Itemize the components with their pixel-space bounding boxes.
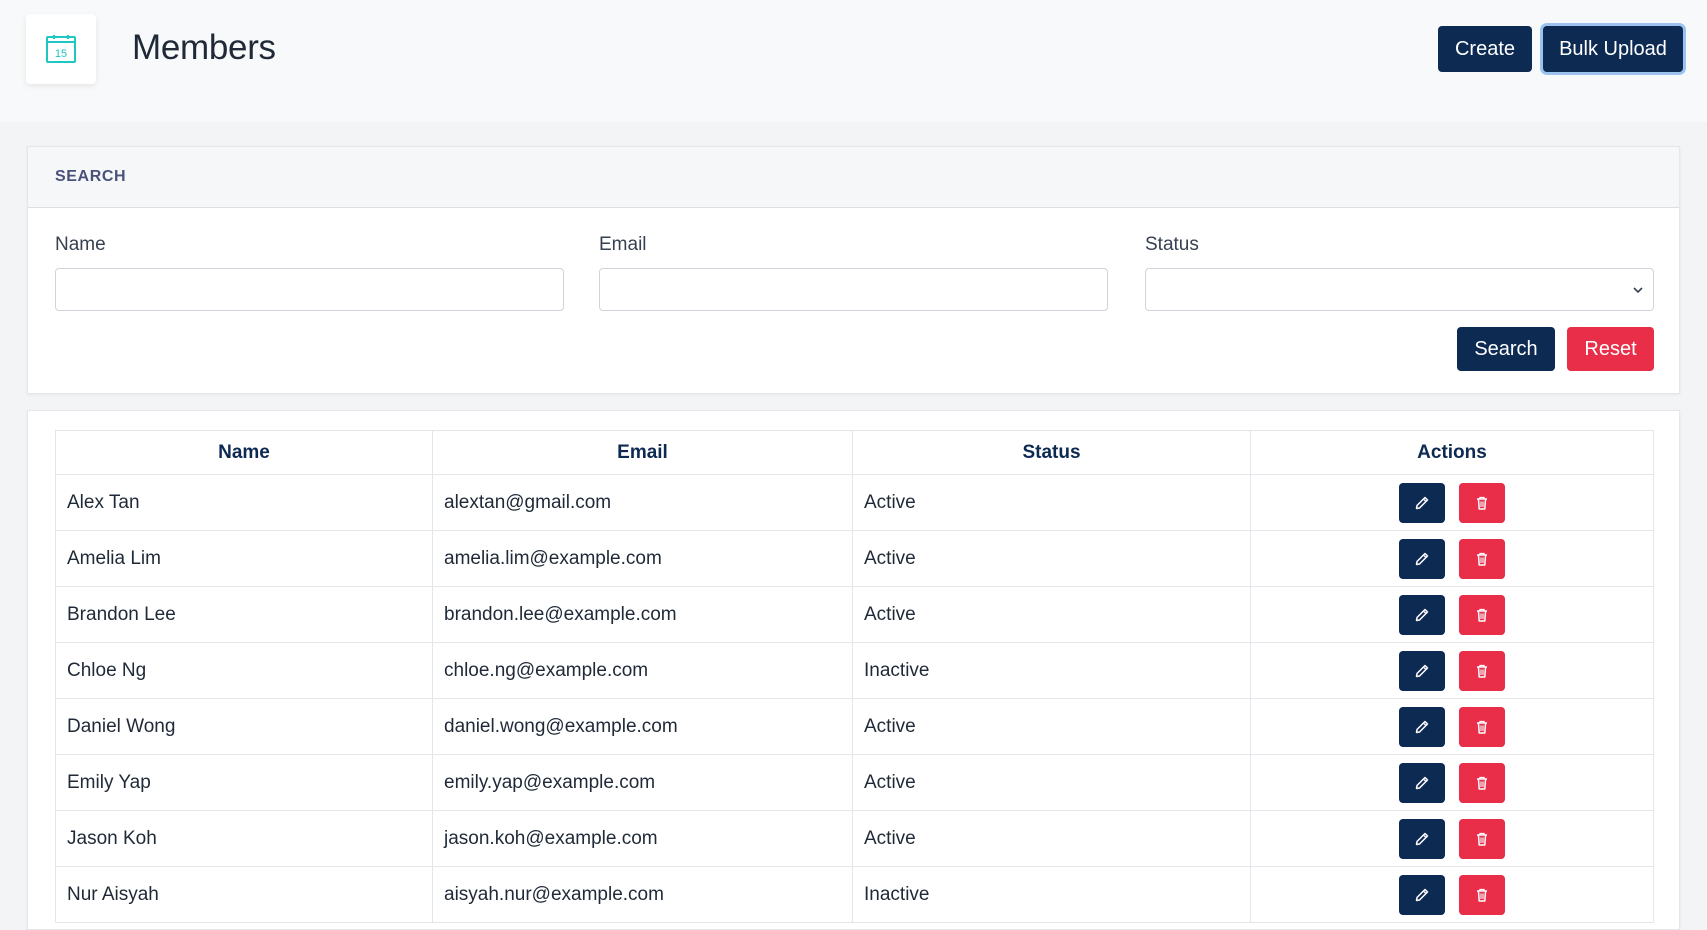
- pencil-icon: [1415, 832, 1429, 845]
- table-row: Alex Tan alextan@gmail.com Active: [55, 474, 1654, 531]
- table-row: Nur Aisyah aisyah.nur@example.com Inacti…: [55, 866, 1654, 923]
- edit-button[interactable]: [1399, 762, 1445, 803]
- pencil-icon: [1415, 776, 1429, 789]
- column-header-email: Email: [432, 430, 853, 475]
- member-status-cell: Active: [852, 530, 1251, 587]
- search-section-title: SEARCH: [55, 168, 127, 185]
- member-actions-cell: [1250, 866, 1654, 923]
- name-search-input[interactable]: [55, 268, 564, 311]
- search-panel: SEARCH Name Email Status Search Reset: [27, 146, 1680, 394]
- column-header-actions: Actions: [1250, 430, 1654, 475]
- member-status-cell: Inactive: [852, 642, 1251, 699]
- status-label: Status: [1145, 234, 1199, 255]
- member-actions-cell: [1250, 754, 1654, 811]
- member-status-cell: Active: [852, 474, 1251, 531]
- search-panel-header: SEARCH: [28, 147, 1679, 208]
- trash-icon: [1477, 888, 1487, 902]
- member-actions-cell: [1250, 530, 1654, 587]
- member-name-cell: Daniel Wong: [55, 698, 433, 755]
- member-status-cell: Active: [852, 586, 1251, 643]
- member-name-cell: Chloe Ng: [55, 642, 433, 699]
- members-table-panel: Name Email Status Actions Alex Tan alext…: [27, 410, 1680, 930]
- trash-icon: [1477, 832, 1487, 846]
- member-name-cell: Nur Aisyah: [55, 866, 433, 923]
- member-name-cell: Brandon Lee: [55, 586, 433, 643]
- reset-button[interactable]: Reset: [1567, 327, 1654, 371]
- trash-icon: [1477, 496, 1487, 510]
- table-header-row: Name Email Status Actions: [55, 430, 1654, 475]
- page-title: Members: [132, 28, 276, 67]
- delete-button[interactable]: [1459, 482, 1505, 523]
- calendar-day: 15: [55, 48, 67, 60]
- pencil-icon: [1415, 608, 1429, 621]
- member-name-cell: Amelia Lim: [55, 530, 433, 587]
- delete-button[interactable]: [1459, 818, 1505, 859]
- email-search-input[interactable]: [599, 268, 1108, 311]
- member-name-cell: Alex Tan: [55, 474, 433, 531]
- column-header-status: Status: [852, 430, 1251, 475]
- member-actions-cell: [1250, 698, 1654, 755]
- trash-icon: [1477, 664, 1487, 678]
- pencil-icon: [1415, 552, 1429, 565]
- member-actions-cell: [1250, 586, 1654, 643]
- edit-button[interactable]: [1399, 874, 1445, 915]
- member-email-cell: emily.yap@example.com: [432, 754, 853, 811]
- trash-icon: [1477, 608, 1487, 622]
- member-name-cell: Emily Yap: [55, 754, 433, 811]
- member-email-cell: aisyah.nur@example.com: [432, 866, 853, 923]
- member-actions-cell: [1250, 474, 1654, 531]
- delete-button[interactable]: [1459, 538, 1505, 579]
- pencil-icon: [1415, 888, 1429, 901]
- edit-button[interactable]: [1399, 818, 1445, 859]
- email-label: Email: [599, 234, 647, 255]
- table-row: Jason Koh jason.koh@example.com Active: [55, 810, 1654, 867]
- top-header: 15 Members Create Bulk Upload: [0, 0, 1707, 122]
- delete-button[interactable]: [1459, 874, 1505, 915]
- delete-button[interactable]: [1459, 762, 1505, 803]
- pencil-icon: [1415, 720, 1429, 733]
- members-table: Name Email Status Actions Alex Tan alext…: [55, 430, 1654, 923]
- member-status-cell: Inactive: [852, 866, 1251, 923]
- member-email-cell: amelia.lim@example.com: [432, 530, 853, 587]
- member-name-cell: Jason Koh: [55, 810, 433, 867]
- pencil-icon: [1415, 664, 1429, 677]
- member-email-cell: brandon.lee@example.com: [432, 586, 853, 643]
- table-row: Brandon Lee brandon.lee@example.com Acti…: [55, 586, 1654, 643]
- member-email-cell: alextan@gmail.com: [432, 474, 853, 531]
- chevron-down-icon: [1633, 287, 1643, 294]
- bulk-upload-button[interactable]: Bulk Upload: [1543, 26, 1683, 72]
- calendar-icon: 15: [46, 35, 76, 63]
- member-email-cell: chloe.ng@example.com: [432, 642, 853, 699]
- edit-button[interactable]: [1399, 482, 1445, 523]
- trash-icon: [1477, 776, 1487, 790]
- member-status-cell: Active: [852, 810, 1251, 867]
- table-row: Emily Yap emily.yap@example.com Active: [55, 754, 1654, 811]
- status-select[interactable]: [1145, 268, 1654, 311]
- edit-button[interactable]: [1399, 650, 1445, 691]
- member-actions-cell: [1250, 642, 1654, 699]
- member-actions-cell: [1250, 810, 1654, 867]
- edit-button[interactable]: [1399, 706, 1445, 747]
- create-button[interactable]: Create: [1438, 26, 1532, 72]
- table-row: Daniel Wong daniel.wong@example.com Acti…: [55, 698, 1654, 755]
- trash-icon: [1477, 720, 1487, 734]
- member-email-cell: daniel.wong@example.com: [432, 698, 853, 755]
- name-label: Name: [55, 234, 106, 255]
- table-body: Alex Tan alextan@gmail.com Active Amelia…: [55, 474, 1654, 923]
- edit-button[interactable]: [1399, 538, 1445, 579]
- app-logo[interactable]: 15: [26, 14, 96, 84]
- member-email-cell: jason.koh@example.com: [432, 810, 853, 867]
- delete-button[interactable]: [1459, 706, 1505, 747]
- table-row: Amelia Lim amelia.lim@example.com Active: [55, 530, 1654, 587]
- member-status-cell: Active: [852, 698, 1251, 755]
- table-row: Chloe Ng chloe.ng@example.com Inactive: [55, 642, 1654, 699]
- column-header-name: Name: [55, 430, 433, 475]
- delete-button[interactable]: [1459, 594, 1505, 635]
- search-button[interactable]: Search: [1457, 327, 1555, 371]
- delete-button[interactable]: [1459, 650, 1505, 691]
- member-status-cell: Active: [852, 754, 1251, 811]
- trash-icon: [1477, 552, 1487, 566]
- edit-button[interactable]: [1399, 594, 1445, 635]
- pencil-icon: [1415, 496, 1429, 509]
